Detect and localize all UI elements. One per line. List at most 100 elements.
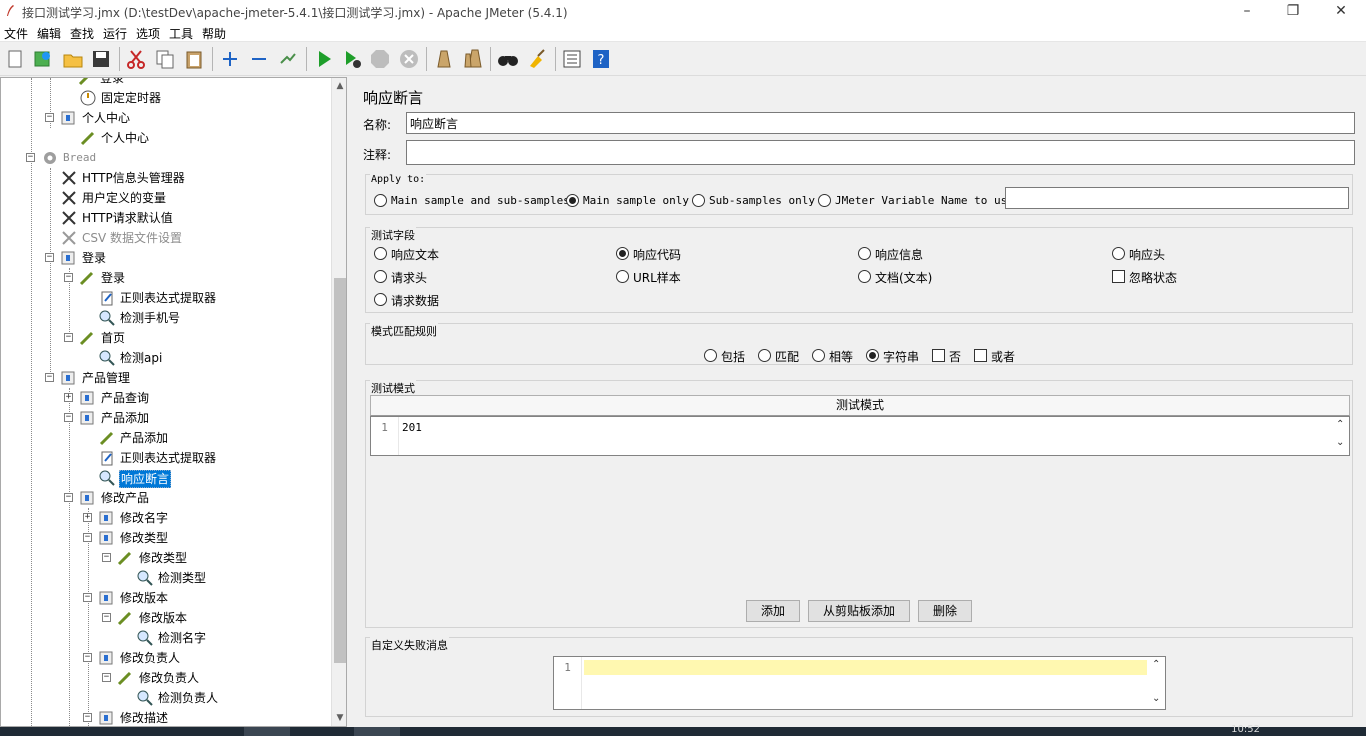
- menu-search[interactable]: 查找: [70, 25, 94, 42]
- scroll-down-arrow-icon[interactable]: ⌄: [1152, 693, 1160, 704]
- tree-scrollbar[interactable]: ▲ ▼: [331, 78, 346, 726]
- editor-scrollbar[interactable]: ⌃ ⌄: [1333, 417, 1349, 455]
- new-icon[interactable]: [4, 48, 26, 70]
- help-icon[interactable]: ?: [590, 48, 612, 70]
- collapse-toggle[interactable]: −: [83, 713, 92, 722]
- function-helper-icon[interactable]: [561, 48, 583, 70]
- menu-run[interactable]: 运行: [103, 25, 127, 42]
- delete-button[interactable]: 删除: [918, 600, 972, 622]
- tree-node-label: 正则表达式提取器: [120, 451, 217, 465]
- collapse-toggle[interactable]: −: [102, 673, 111, 682]
- clear-all-icon[interactable]: [462, 48, 484, 70]
- reset-search-icon[interactable]: [526, 48, 548, 70]
- start-icon[interactable]: [313, 48, 335, 70]
- assertion-icon: [137, 690, 153, 706]
- tree-node-label: 首页: [101, 331, 126, 345]
- minimize-button[interactable]: –: [1224, 0, 1270, 24]
- collapse-toggle[interactable]: −: [26, 153, 35, 162]
- patterns-title: 测试模式: [370, 380, 416, 396]
- collapse-toggle[interactable]: −: [45, 113, 54, 122]
- open-icon[interactable]: [62, 48, 84, 70]
- restore-button[interactable]: ❐: [1270, 0, 1316, 24]
- controller-icon: [99, 531, 113, 545]
- expand-icon[interactable]: [219, 48, 241, 70]
- toolbar-separator: [426, 47, 427, 71]
- collapse-toggle[interactable]: −: [102, 613, 111, 622]
- shutdown-icon[interactable]: [398, 48, 420, 70]
- config-icon: [62, 211, 76, 225]
- radio-label: JMeter Variable Name to use: [835, 194, 1014, 207]
- collapse-toggle[interactable]: −: [64, 333, 73, 342]
- collapse-toggle[interactable]: −: [64, 493, 73, 502]
- radio-circle-selected: [566, 194, 579, 207]
- collapse-toggle[interactable]: −: [45, 253, 54, 262]
- collapse-toggle[interactable]: −: [83, 653, 92, 662]
- menu-options[interactable]: 选项: [136, 25, 160, 42]
- start-no-pause-icon[interactable]: [341, 48, 363, 70]
- scrollbar-thumb[interactable]: [334, 278, 346, 663]
- assertion-icon: [137, 570, 153, 586]
- menu-file[interactable]: 文件: [4, 25, 28, 42]
- collapse-toggle[interactable]: −: [45, 373, 54, 382]
- tree-node-label: 产品查询: [101, 391, 150, 405]
- menu-edit[interactable]: 编辑: [37, 25, 61, 42]
- scroll-up-arrow-icon[interactable]: ⌃: [1152, 659, 1160, 670]
- expand-toggle[interactable]: +: [83, 513, 92, 522]
- patterns-column-header[interactable]: 测试模式: [370, 395, 1350, 416]
- tree-node-label: 检测名字: [158, 631, 207, 645]
- current-line-highlight[interactable]: [584, 660, 1147, 675]
- toolbar-separator: [212, 47, 213, 71]
- title-bar: 接口测试学习.jmx (D:\testDev\apache-jmeter-5.4…: [0, 0, 1366, 24]
- radio-label: 响应头: [1129, 248, 1166, 262]
- editor-scrollbar[interactable]: ⌃ ⌄: [1149, 657, 1165, 709]
- collapse-toggle[interactable]: −: [102, 553, 111, 562]
- variable-name-field[interactable]: [1005, 187, 1349, 209]
- test-plan-tree[interactable]: 登录 固定定时器 − 个人中心 个人中心 − Bread HTTP信息头管理器 …: [0, 77, 347, 727]
- checkbox-label: 否: [949, 350, 962, 364]
- sampler-icon: [79, 331, 94, 346]
- config-icon: [62, 191, 76, 205]
- svg-text:?: ?: [598, 53, 605, 68]
- scroll-down-arrow-icon[interactable]: ⌄: [1336, 437, 1344, 448]
- test-field-title: 测试字段: [370, 227, 416, 243]
- toggle-icon[interactable]: [277, 48, 299, 70]
- radio-label: 字符串: [883, 350, 920, 364]
- add-button[interactable]: 添加: [746, 600, 800, 622]
- stop-icon[interactable]: [369, 48, 391, 70]
- radio-label: 响应文本: [391, 248, 440, 262]
- tree-node-label: 登录: [100, 77, 125, 85]
- failure-message-editor[interactable]: 1 ⌃ ⌄: [553, 656, 1166, 710]
- clear-icon[interactable]: [433, 48, 455, 70]
- checkbox-box: [974, 349, 987, 362]
- collapse-icon[interactable]: [248, 48, 270, 70]
- menu-help[interactable]: 帮助: [202, 25, 226, 42]
- tree-node-label: 个人中心: [101, 131, 150, 145]
- collapse-toggle[interactable]: −: [64, 413, 73, 422]
- cut-icon[interactable]: [125, 48, 147, 70]
- templates-icon[interactable]: [32, 48, 54, 70]
- collapse-toggle[interactable]: −: [64, 273, 73, 282]
- scroll-up-arrow-icon[interactable]: ⌃: [1336, 419, 1344, 430]
- scroll-down-arrow-icon[interactable]: ▼: [332, 710, 346, 726]
- tree-node-label: Bread: [63, 151, 97, 164]
- pattern-rules-title: 模式匹配规则: [370, 323, 438, 339]
- name-field[interactable]: 响应断言: [406, 112, 1355, 134]
- close-button[interactable]: ✕: [1318, 0, 1364, 24]
- add-from-clipboard-button[interactable]: 从剪贴板添加: [808, 600, 910, 622]
- pattern-value[interactable]: 201: [402, 421, 422, 434]
- menu-tools[interactable]: 工具: [169, 25, 193, 42]
- scroll-up-arrow-icon[interactable]: ▲: [332, 78, 346, 94]
- patterns-editor[interactable]: 1 201 ⌃ ⌄: [370, 416, 1350, 456]
- assertion-icon: [137, 630, 153, 646]
- search-icon[interactable]: [497, 48, 519, 70]
- controller-icon: [61, 371, 75, 385]
- copy-icon[interactable]: [154, 48, 176, 70]
- taskbar-button[interactable]: [244, 727, 290, 736]
- collapse-toggle[interactable]: −: [83, 533, 92, 542]
- taskbar-button[interactable]: [354, 727, 400, 736]
- collapse-toggle[interactable]: −: [83, 593, 92, 602]
- save-icon[interactable]: [90, 48, 112, 70]
- comment-field[interactable]: [406, 140, 1355, 165]
- paste-icon[interactable]: [183, 48, 205, 70]
- expand-toggle[interactable]: +: [64, 393, 73, 402]
